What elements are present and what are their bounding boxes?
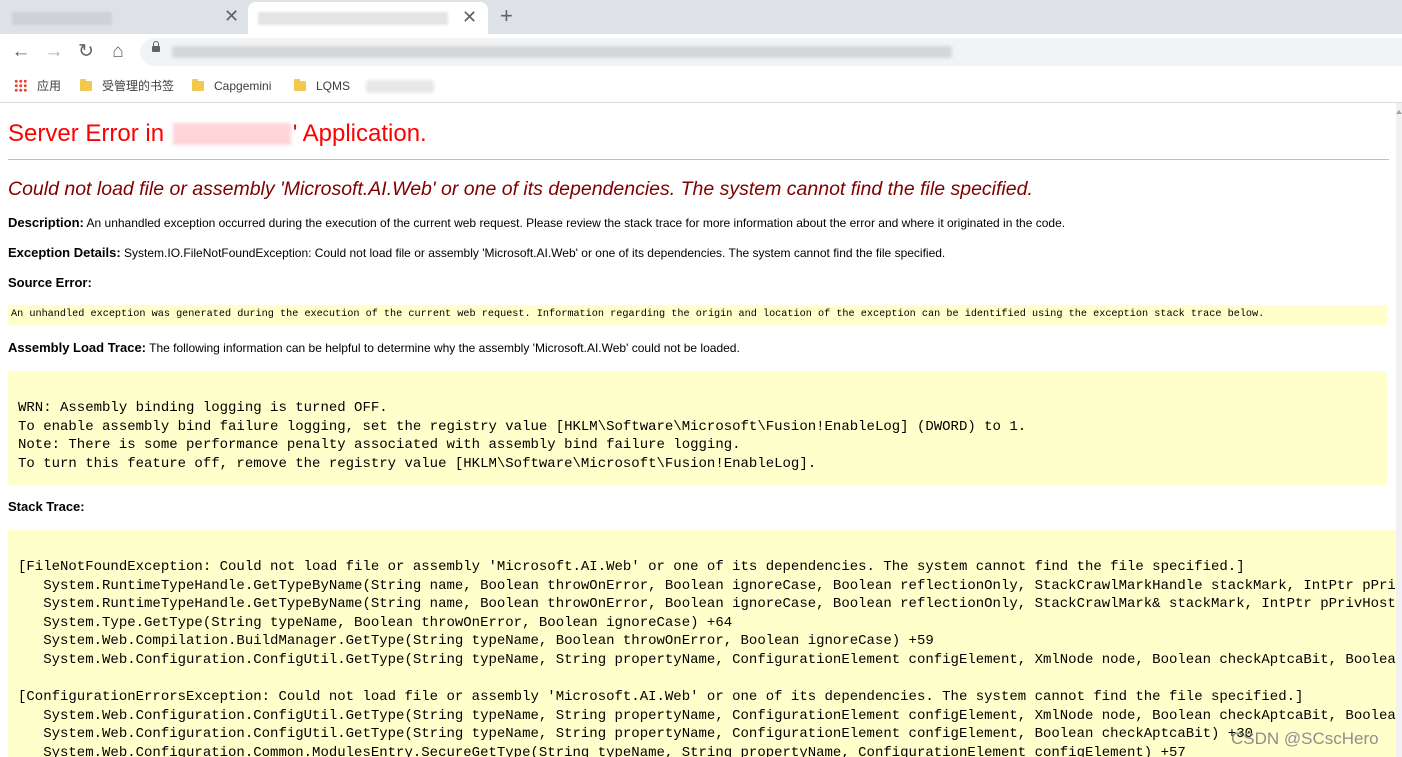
assembly-load-trace-text: The following information can be helpful… <box>149 341 740 355</box>
tab-strip: ✕ ✕ + <box>0 0 1402 34</box>
exception-details-label: Exception Details: <box>8 245 121 260</box>
browser-tab-active[interactable]: ✕ <box>248 2 488 34</box>
stack-trace-box: [FileNotFoundException: Could not load f… <box>8 530 1396 757</box>
url-redacted <box>172 46 952 58</box>
bookmark-lqms[interactable]: LQMS <box>294 78 350 94</box>
assembly-load-trace-box: WRN: Assembly binding logging is turned … <box>8 371 1387 485</box>
bookmark-redacted[interactable] <box>366 80 434 93</box>
code-line: Note: There is some performance penalty … <box>18 437 741 454</box>
code-line: System.RuntimeTypeHandle.GetTypeByName(S… <box>18 577 1396 594</box>
close-icon[interactable]: ✕ <box>224 7 239 25</box>
source-error-box: An unhandled exception was generated dur… <box>8 305 1387 325</box>
assembly-load-trace: Assembly Load Trace: The following infor… <box>8 340 740 356</box>
close-icon[interactable]: ✕ <box>462 8 477 26</box>
vertical-scrollbar[interactable] <box>1396 103 1402 757</box>
assembly-load-trace-label: Assembly Load Trace: <box>8 340 146 355</box>
description-label: Description: <box>8 215 84 230</box>
folder-icon <box>294 79 306 91</box>
bookmark-label: 应用 <box>37 79 62 93</box>
code-line: To turn this feature off, remove the reg… <box>18 455 817 472</box>
code-line: [FileNotFoundException: Could not load f… <box>18 559 1245 575</box>
page-title-suffix: ' Application. <box>292 120 427 147</box>
code-line: System.Type.GetType(String typeName, Boo… <box>18 614 733 631</box>
bookmark-label: 受管理的书签 <box>102 79 175 93</box>
watermark: CSDN @SCscHero <box>1231 729 1379 748</box>
bookmark-capgemini[interactable]: Capgemini <box>192 78 271 94</box>
tab-title-redacted <box>258 12 448 25</box>
home-icon[interactable]: ⌂ <box>108 42 128 62</box>
error-title: Could not load file or assembly 'Microso… <box>8 178 1033 200</box>
exception-details: Exception Details: System.IO.FileNotFoun… <box>8 245 945 261</box>
bookmark-apps[interactable]: 应用 <box>14 78 61 94</box>
description: Description: An unhandled exception occu… <box>8 215 1065 231</box>
page-title: Server Error in ' Application. <box>8 119 427 149</box>
code-line: System.RuntimeTypeHandle.GetTypeByName(S… <box>18 596 1396 613</box>
app-name-redacted <box>172 123 291 145</box>
bookmark-label: LQMS <box>316 79 351 93</box>
source-error: Source Error: <box>8 275 92 291</box>
code-line: To enable assembly bind failure logging,… <box>18 418 1027 435</box>
bookmarks-bar: 应用 受管理的书签 Capgemini LQMS <box>0 70 1402 103</box>
folder-icon <box>192 79 204 91</box>
apps-grid-icon <box>14 79 27 92</box>
source-error-label: Source Error: <box>8 275 92 290</box>
tab-title-redacted <box>12 12 112 25</box>
code-line: System.Web.Configuration.ConfigUtil.GetT… <box>18 707 1396 724</box>
divider <box>8 159 1389 160</box>
code-line: System.Web.Configuration.Common.ModulesE… <box>18 744 1186 757</box>
code-line: System.Web.Configuration.ConfigUtil.GetT… <box>18 651 1396 668</box>
page-title-prefix: Server Error in <box>8 120 165 147</box>
scroll-up-arrow-icon[interactable] <box>1396 110 1402 114</box>
page-viewport: Server Error in ' Application. Could not… <box>0 103 1396 757</box>
code-line: WRN: Assembly binding logging is turned … <box>18 400 388 416</box>
browser-tab[interactable]: ✕ <box>0 0 248 34</box>
new-tab-icon[interactable]: + <box>500 5 513 27</box>
code-line: [ConfigurationErrorsException: Could not… <box>18 689 1304 706</box>
forward-arrow-icon[interactable]: → <box>44 42 64 62</box>
description-text: An unhandled exception occurred during t… <box>86 216 1066 230</box>
bookmark-label: Capgemini <box>214 79 272 93</box>
stack-trace-label: Stack Trace: <box>8 499 85 514</box>
folder-icon <box>80 79 92 91</box>
address-bar[interactable] <box>140 38 1402 66</box>
stack-trace: Stack Trace: <box>8 499 85 515</box>
code-line: System.Web.Configuration.ConfigUtil.GetT… <box>18 726 1254 743</box>
reload-icon[interactable]: ↻ <box>76 42 96 62</box>
exception-details-text: System.IO.FileNotFoundException: Could n… <box>124 246 946 260</box>
back-arrow-icon[interactable]: ← <box>11 42 31 62</box>
code-line: System.Web.Compilation.BuildManager.GetT… <box>18 633 934 650</box>
bookmark-managed[interactable]: 受管理的书签 <box>80 78 174 94</box>
browser-toolbar: ← → ↻ ⌂ <box>0 34 1402 70</box>
lock-icon[interactable] <box>152 41 160 52</box>
